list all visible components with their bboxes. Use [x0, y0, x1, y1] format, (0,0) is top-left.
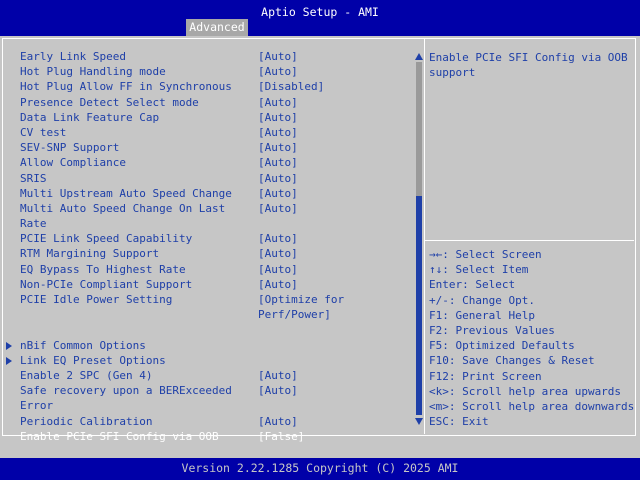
setting-value[interactable]: [False]: [258, 429, 304, 444]
legend-line: <k>: Scroll help area upwards: [429, 384, 622, 398]
setting-row[interactable]: Data Link Feature Cap [Auto]: [0, 110, 412, 125]
setting-row[interactable]: Presence Detect Select mode [Auto]: [0, 95, 412, 110]
setting-value[interactable]: [Auto]: [258, 155, 298, 170]
setting-value[interactable]: [Auto]: [258, 171, 298, 186]
setting-value[interactable]: [Auto]: [258, 140, 298, 155]
setting-row[interactable]: Hot Plug Allow FF in Synchronous [Disable…: [0, 79, 412, 94]
setting-label: Link EQ Preset Options: [20, 353, 166, 367]
setting-value[interactable]: [Auto]: [258, 125, 298, 140]
setting-row[interactable]: Error: [0, 398, 412, 413]
setting-row[interactable]: Early Link Speed [Auto]: [0, 49, 412, 64]
legend-line: F5: Optimized Defaults: [429, 339, 575, 353]
setting-label: Hot Plug Allow FF in Synchronous: [20, 80, 232, 94]
legend-line: F10: Save Changes & Reset: [429, 354, 595, 368]
scrollbar-thumb[interactable]: [416, 196, 422, 415]
setting-row[interactable]: PCIE Idle Power Setting [Optimize for: [0, 292, 412, 307]
setting-row[interactable]: Safe recovery upon a BERExceeded [Auto]: [0, 383, 412, 398]
setting-label: SEV-SNP Support: [20, 141, 120, 155]
setting-label: Hot Plug Handling mode: [20, 65, 166, 79]
setting-value[interactable]: [Auto]: [258, 186, 298, 201]
setting-row[interactable]: Allow Compliance [Auto]: [0, 155, 412, 170]
setting-row[interactable]: SRIS [Auto]: [0, 171, 412, 186]
setting-row[interactable]: RTM Margining Support [Auto]: [0, 246, 412, 261]
setting-label: Rate: [20, 217, 47, 231]
setting-label: SRIS: [20, 171, 47, 185]
help-description: Enable PCIe SFI Config via OOB support: [429, 51, 628, 80]
setting-value[interactable]: [Auto]: [258, 277, 298, 292]
tab-advanced[interactable]: Advanced: [186, 19, 248, 36]
footer-version: Version 2.22.1285 Copyright (C) 2025 AMI: [181, 461, 459, 475]
setting-value[interactable]: [Auto]: [258, 414, 298, 429]
legend-line: F12: Print Screen: [429, 369, 542, 383]
submenu-item[interactable]: Link EQ Preset Options: [0, 353, 412, 368]
setting-label: Presence Detect Select mode: [20, 95, 199, 109]
legend-line: F1: General Help: [429, 308, 535, 322]
legend-line: ESC: Exit: [429, 415, 489, 429]
setting-value[interactable]: [Auto]: [258, 110, 298, 125]
scroll-up-arrow-icon[interactable]: [415, 53, 423, 60]
legend-line: F2: Previous Values: [429, 323, 555, 337]
setting-row[interactable]: Non-PCIe Compliant Support [Auto]: [0, 277, 412, 292]
setting-label: Data Link Feature Cap: [20, 110, 160, 124]
setting-row[interactable]: PCIE Link Speed Capability [Auto]: [0, 231, 412, 246]
setting-label: Enable 2 SPC (Gen 4): [20, 368, 153, 382]
legend-line: Enter: Select: [429, 278, 516, 292]
setting-label: Early Link Speed: [20, 50, 126, 63]
legend-line: <m>: Scroll help area downwards: [429, 399, 635, 413]
setting-value[interactable]: [Auto]: [258, 64, 298, 79]
setting-label: Multi Auto Speed Change On Last: [20, 201, 226, 215]
vertical-divider: [424, 38, 425, 434]
setting-row[interactable]: EQ Bypass To Highest Rate [Auto]: [0, 262, 412, 277]
setting-label: Safe recovery upon a BERExceeded: [20, 384, 232, 398]
setting-row[interactable]: Periodic Calibration [Auto]: [0, 414, 412, 429]
setting-row: [0, 322, 412, 337]
setting-row[interactable]: CV test [Auto]: [0, 125, 412, 140]
setting-label: nBif Common Options: [20, 338, 146, 352]
setting-value[interactable]: [Auto]: [258, 231, 298, 246]
setting-label: Non-PCIe Compliant Support: [20, 277, 193, 291]
setting-row[interactable]: Enable PCIe SFI Config via OOB [False]: [0, 429, 412, 444]
settings-list: Early Link Speed [Auto] Hot Plug Handling …: [0, 49, 412, 444]
submenu-item[interactable]: nBif Common Options: [0, 338, 412, 353]
setting-value[interactable]: [Auto]: [258, 49, 298, 64]
setting-value[interactable]: [Auto]: [258, 95, 298, 110]
setting-label: EQ Bypass To Highest Rate: [20, 262, 186, 276]
legend-line: →←: Select Screen: [429, 248, 542, 261]
setting-row[interactable]: Hot Plug Handling mode [Auto]: [0, 64, 412, 79]
setting-row[interactable]: Multi Upstream Auto Speed Change [Auto]: [0, 186, 412, 201]
app-title: Aptio Setup - AMI: [261, 5, 379, 19]
setting-value[interactable]: [Auto]: [258, 383, 298, 398]
scroll-down-arrow-icon[interactable]: [415, 418, 423, 425]
setting-label: Enable PCIe SFI Config via OOB: [20, 429, 219, 443]
setting-label: RTM Margining Support: [20, 247, 160, 261]
setting-value[interactable]: [Auto]: [258, 262, 298, 277]
setting-row[interactable]: Perf/Power]: [0, 307, 412, 322]
setting-row[interactable]: Enable 2 SPC (Gen 4) [Auto]: [0, 368, 412, 383]
setting-label: Multi Upstream Auto Speed Change: [20, 186, 232, 200]
setting-label: Error: [20, 399, 54, 413]
setting-label: PCIE Idle Power Setting: [20, 293, 173, 306]
setting-row[interactable]: Multi Auto Speed Change On Last [Auto]: [0, 201, 412, 216]
setting-value[interactable]: [Disabled]: [258, 79, 324, 94]
setting-value[interactable]: [Auto]: [258, 368, 298, 383]
legend-line: ↑↓: Select Item: [429, 263, 529, 277]
setting-label: CV test: [20, 125, 67, 139]
setting-value[interactable]: [Optimize for: [258, 292, 344, 307]
setting-label: Allow Compliance: [20, 156, 126, 170]
setting-value[interactable]: Perf/Power]: [258, 307, 331, 322]
key-legend: →←: Select Screen ↑↓: Select Item Enter: S…: [429, 247, 634, 429]
setting-value[interactable]: [Auto]: [258, 246, 298, 261]
setting-row[interactable]: SEV-SNP Support [Auto]: [0, 140, 412, 155]
setting-row[interactable]: Rate: [0, 216, 412, 231]
setting-label: PCIE Link Speed Capability: [20, 232, 193, 246]
submenu-arrow-icon: [6, 356, 12, 365]
submenu-arrow-icon: [6, 341, 12, 350]
horizontal-divider: [425, 240, 634, 241]
setting-label: Periodic Calibration: [20, 414, 153, 428]
legend-line: +/-: Change Opt.: [429, 293, 535, 307]
setting-value[interactable]: [Auto]: [258, 201, 298, 216]
